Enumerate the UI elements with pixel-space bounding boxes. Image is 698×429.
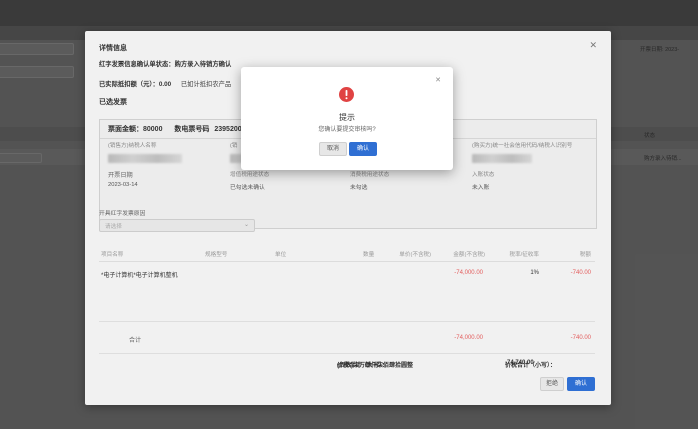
reason-select[interactable]: 请选择 ⌄ xyxy=(99,219,255,232)
deducted-label: 已实际抵扣额（元）： xyxy=(99,81,159,88)
col-tax-rate: 税率/征收率 xyxy=(509,252,539,258)
item-amount: -74,000.00 xyxy=(454,270,483,276)
item-tax-rate: 1% xyxy=(530,270,539,276)
modal-title: 详情信息 xyxy=(99,45,127,52)
close-icon[interactable]: ✕ xyxy=(435,76,441,84)
buyer-id-redacted xyxy=(472,154,532,163)
confirm-message: 您确认要提交审核吗? xyxy=(318,127,376,133)
sum-upper-value: (负数)柒万肆仟柒佰肆拾圆整 xyxy=(337,363,413,369)
items-table-header: 项目名称 规格型号 单位 数量 单价(不含税) 金额(不含税) 税率/征收率 税… xyxy=(99,247,595,262)
table-row: *电子计算机*电子计算机整机 -74,000.00 1% -740.00 xyxy=(99,269,595,281)
deducted-value: 0.00 xyxy=(158,81,172,88)
col2-label: (销 xyxy=(230,143,238,149)
consumption-status-value: 未勾选 xyxy=(350,185,368,191)
status-line: 红字发票信息确认单状态：购方录入待销方确认 xyxy=(99,59,231,68)
item-tax: -740.00 xyxy=(570,270,591,276)
table-divider xyxy=(99,321,595,322)
seller-name-redacted xyxy=(108,154,182,163)
consumption-status-label: 消费税用途状态 xyxy=(350,172,390,178)
entry-status-label: 入账状态 xyxy=(472,172,495,178)
vat-status-label: 增值税用途状态 xyxy=(230,172,270,178)
table-total-row: 合计 -74,000.00 -740.00 xyxy=(99,334,595,346)
col-spec: 规格型号 xyxy=(205,252,228,258)
confirm-button[interactable]: 确认 xyxy=(567,377,595,391)
chevron-down-icon: ⌄ xyxy=(243,222,249,228)
col-item-name: 项目名称 xyxy=(101,252,124,258)
number-label: 数电票号码 xyxy=(174,126,210,133)
agri-label: 已如计抵扣农产品 xyxy=(180,81,232,88)
seller-label: (销售方)纳税人名称 xyxy=(108,143,157,149)
col-unit: 单位 xyxy=(275,252,287,258)
reason-placeholder: 请选择 xyxy=(105,224,122,230)
status-label: 红字发票信息确认单状态： xyxy=(99,61,175,68)
price-tax-total-row: 价税合计（大写）： (负数)柒万肆仟柒佰肆拾圆整 价税合计（小写）： -74,740… xyxy=(99,353,595,369)
col-tax: 税额 xyxy=(579,252,591,258)
reason-label: 开具红字发票原因 xyxy=(99,211,146,217)
cancel-button[interactable]: 取消 xyxy=(319,142,347,156)
selected-invoices-title: 已选发票 xyxy=(99,99,127,106)
total-amount: -74,000.00 xyxy=(454,335,483,341)
vat-status-value: 已勾选未确认 xyxy=(230,185,265,191)
ok-button[interactable]: 确认 xyxy=(349,142,377,156)
col-qty: 数量 xyxy=(363,252,375,258)
warning-icon xyxy=(339,87,354,102)
close-icon[interactable]: ✕ xyxy=(589,40,597,51)
entry-status-value: 未入账 xyxy=(472,185,490,191)
confirm-title: 提示 xyxy=(339,113,355,122)
col-amount: 金额(不含税) xyxy=(453,252,485,258)
total-label: 合计 xyxy=(129,338,142,344)
status-value: 购方录入待销方确认 xyxy=(174,61,232,68)
sum-lower-value: -74,740.00 xyxy=(505,360,534,366)
deducted-line: 已实际抵扣额（元）：0.00 已如计抵扣农产品 xyxy=(99,79,231,88)
col-unit-price: 单价(不含税) xyxy=(399,252,431,258)
reject-button[interactable]: 拒绝 xyxy=(540,377,564,391)
buyer-label: (购买方)统一社会信用代码/纳税人识别号 xyxy=(472,143,573,149)
amount-value: 80000 xyxy=(143,126,163,133)
total-tax: -740.00 xyxy=(570,335,591,341)
confirm-dialog: ✕ 提示 您确认要提交审核吗? 取消 确认 xyxy=(241,67,453,170)
amount-label: 票面金额： xyxy=(108,126,143,133)
item-name: *电子计算机*电子计算机整机 xyxy=(101,273,178,279)
invoice-card-header: 票面金额：80000 数电票号码 2395200 xyxy=(108,124,242,134)
date-value: 2023-03-14 xyxy=(108,182,138,188)
date-label: 开票日期 xyxy=(108,172,133,179)
number-value: 2395200 xyxy=(214,126,242,133)
